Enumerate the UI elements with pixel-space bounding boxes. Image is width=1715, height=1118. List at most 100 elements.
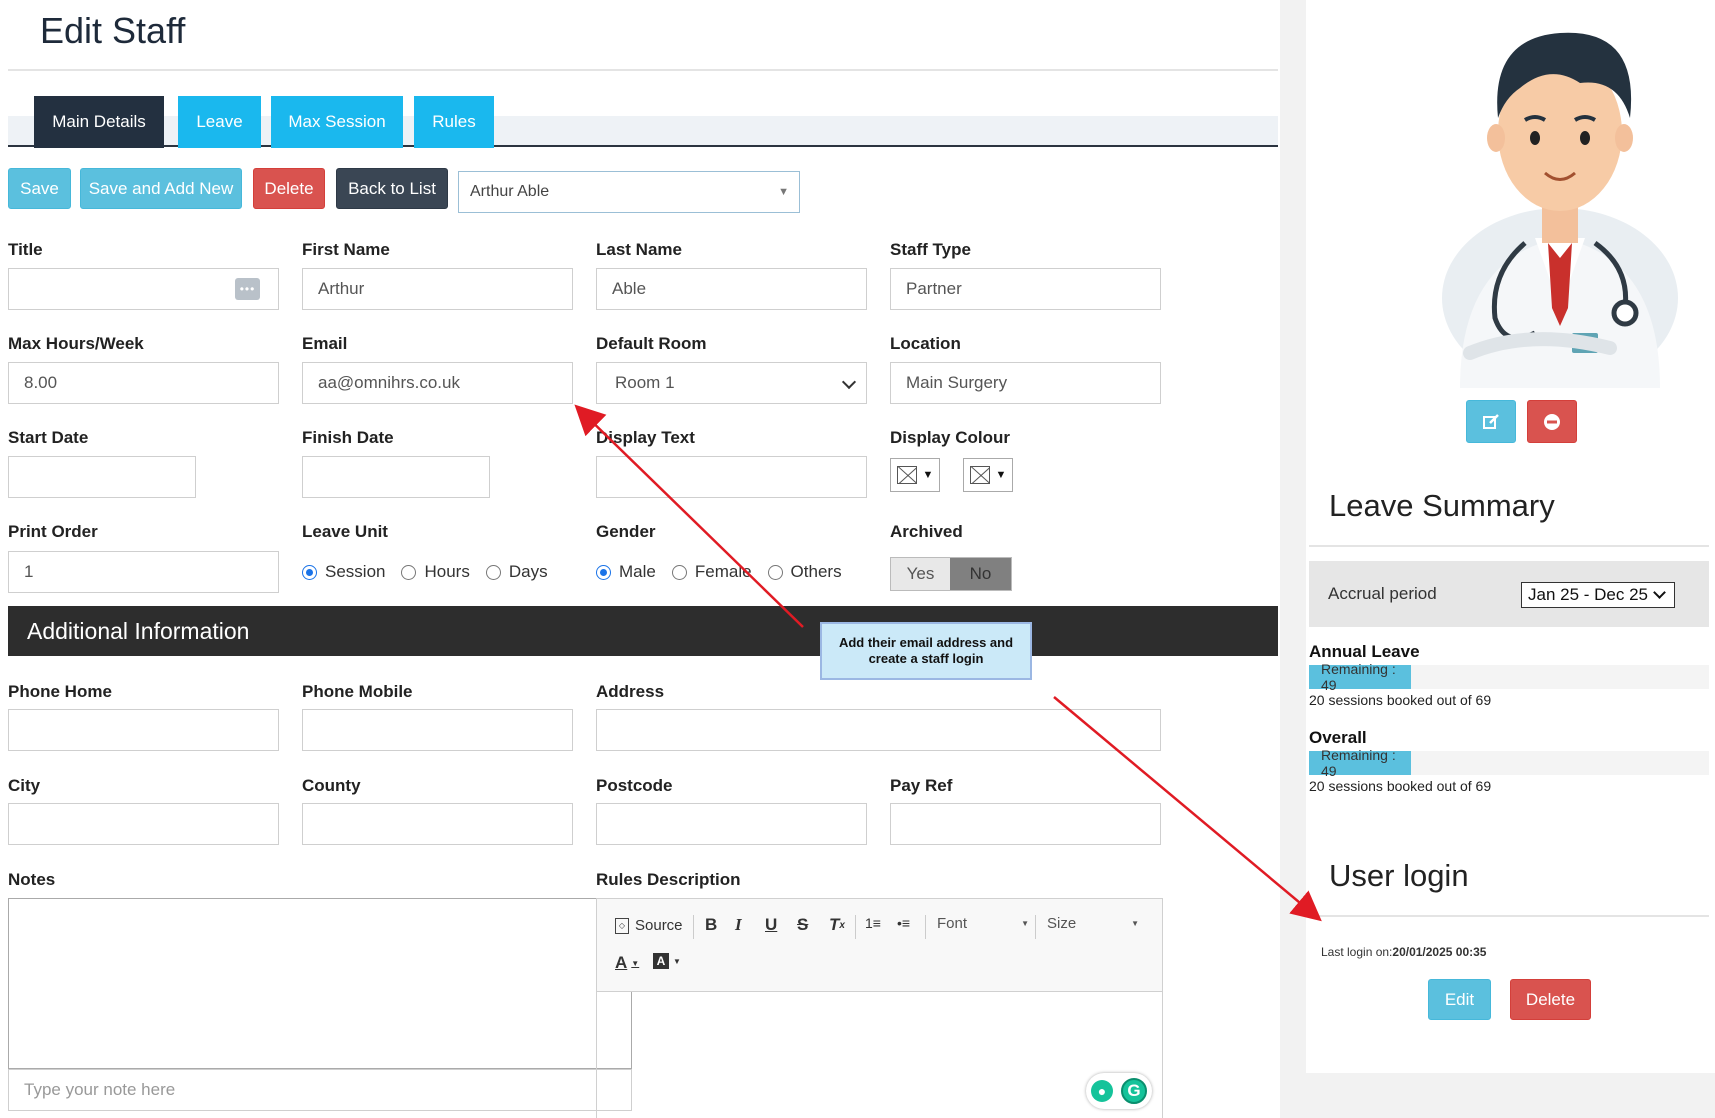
- phone-home-label: Phone Home: [8, 682, 112, 701]
- phone-home-field[interactable]: [8, 709, 279, 751]
- title-divider: [8, 69, 1278, 71]
- lightbulb-icon: ●: [1091, 1080, 1113, 1102]
- display-colour-picker-2[interactable]: ▼: [963, 458, 1013, 492]
- last-name-label: Last Name: [596, 240, 682, 259]
- background-color-icon[interactable]: A ▼: [653, 953, 681, 969]
- leave-unit-hours-radio[interactable]: Hours: [401, 562, 470, 582]
- grammarly-icon: G: [1121, 1078, 1147, 1104]
- font-label: Font: [937, 915, 968, 932]
- county-field[interactable]: [302, 803, 573, 845]
- strikethrough-icon[interactable]: S: [797, 915, 808, 935]
- clear-format-icon[interactable]: Tx: [829, 915, 845, 935]
- max-hours-field[interactable]: 8.00: [8, 362, 279, 404]
- caret-down-icon: ▼: [1131, 919, 1139, 928]
- county-label: County: [302, 776, 361, 795]
- bulleted-list-icon[interactable]: •≡: [897, 915, 910, 931]
- email-label: Email: [302, 334, 348, 353]
- rules-description-editor: ◇ Source B I U S Tx 1≡ •≡ Font ▼ Size ▼ A ▼…: [596, 898, 1163, 1118]
- editor-toolbar: ◇ Source B I U S Tx 1≡ •≡ Font ▼ Size ▼ A ▼…: [597, 899, 1162, 992]
- staff-selector[interactable]: Arthur Able ▼: [458, 171, 800, 213]
- note-input[interactable]: Type your note here: [8, 1069, 632, 1111]
- caret-down-icon: ▼: [995, 469, 1007, 481]
- gender-male-radio[interactable]: Male: [596, 562, 656, 582]
- size-select[interactable]: Size ▼: [1047, 915, 1139, 932]
- annual-leave-progress: Remaining : 49: [1309, 661, 1709, 693]
- more-options-icon[interactable]: •••: [235, 278, 260, 300]
- start-date-field[interactable]: [8, 456, 196, 498]
- italic-icon[interactable]: I: [735, 915, 742, 935]
- numbered-list-icon[interactable]: 1≡: [865, 915, 881, 931]
- tab-max-session[interactable]: Max Session: [271, 96, 403, 148]
- print-order-field[interactable]: 1: [8, 551, 279, 593]
- tab-rules[interactable]: Rules: [414, 96, 494, 148]
- caret-down-icon: ▼: [778, 186, 789, 198]
- leave-unit-radio-group: Session Hours Days: [302, 562, 564, 582]
- accrual-period-label: Accrual period: [1328, 584, 1437, 603]
- sidebar-footer-space: [1306, 1073, 1715, 1118]
- save-button[interactable]: Save: [8, 168, 71, 209]
- delete-button[interactable]: Delete: [253, 168, 325, 209]
- city-field[interactable]: [8, 803, 279, 845]
- max-hours-label: Max Hours/Week: [8, 334, 144, 353]
- default-room-select[interactable]: Room 1: [596, 362, 867, 404]
- grammarly-widget[interactable]: ● G: [1086, 1073, 1152, 1109]
- annual-leave-booked: 20 sessions booked out of 69: [1309, 692, 1492, 708]
- avatar: [1430, 8, 1690, 388]
- display-text-field[interactable]: [596, 456, 867, 498]
- user-login-divider: [1309, 915, 1709, 917]
- toolbar-separator: [1035, 915, 1036, 939]
- underline-icon[interactable]: U: [765, 915, 777, 935]
- pay-ref-field[interactable]: [890, 803, 1161, 845]
- last-name-field[interactable]: Able: [596, 268, 867, 310]
- staff-selector-value: Arthur Able: [470, 183, 550, 200]
- first-name-label: First Name: [302, 240, 390, 259]
- leave-unit-days-radio[interactable]: Days: [485, 562, 548, 582]
- finish-date-label: Finish Date: [302, 428, 394, 447]
- text-color-icon[interactable]: A ▼: [615, 953, 639, 973]
- address-label: Address: [596, 682, 665, 701]
- address-field[interactable]: [596, 709, 1161, 751]
- tab-main-details[interactable]: Main Details: [34, 96, 164, 148]
- email-field[interactable]: aa@omnihrs.co.uk: [302, 362, 573, 404]
- location-field[interactable]: Main Surgery: [890, 362, 1161, 404]
- rules-description-label: Rules Description: [596, 870, 741, 889]
- source-button[interactable]: ◇ Source: [615, 917, 683, 934]
- caret-down-icon: ▼: [922, 469, 934, 481]
- staff-type-label: Staff Type: [890, 240, 971, 259]
- gender-female-radio[interactable]: Female: [671, 562, 752, 582]
- phone-mobile-field[interactable]: [302, 709, 573, 751]
- archived-yes-option[interactable]: Yes: [891, 558, 950, 590]
- first-name-field[interactable]: Arthur: [302, 268, 573, 310]
- font-select[interactable]: Font ▼: [937, 915, 1029, 932]
- toolbar-separator: [693, 915, 694, 939]
- user-login-edit-button[interactable]: Edit: [1428, 979, 1491, 1020]
- finish-date-field[interactable]: [302, 456, 490, 498]
- user-login-delete-button[interactable]: Delete: [1510, 979, 1591, 1020]
- back-to-list-button[interactable]: Back to List: [336, 168, 448, 209]
- doctor-avatar-illustration: [1442, 32, 1678, 388]
- display-colour-picker-1[interactable]: ▼: [890, 458, 940, 492]
- caret-down-icon: ▼: [1021, 919, 1029, 928]
- notes-textarea[interactable]: [8, 898, 632, 1069]
- remove-avatar-button[interactable]: [1527, 400, 1577, 443]
- archived-label: Archived: [890, 522, 963, 541]
- print-order-label: Print Order: [8, 522, 98, 541]
- user-login-heading: User login: [1329, 858, 1469, 893]
- leave-unit-session-radio[interactable]: Session: [302, 562, 385, 582]
- toolbar-separator: [855, 915, 856, 939]
- tab-leave[interactable]: Leave: [178, 96, 261, 148]
- postcode-label: Postcode: [596, 776, 673, 795]
- title-field[interactable]: •••: [8, 268, 279, 310]
- edit-avatar-button[interactable]: [1466, 400, 1516, 443]
- save-and-add-new-button[interactable]: Save and Add New: [80, 168, 242, 209]
- archived-no-option[interactable]: No: [950, 558, 1011, 590]
- staff-type-field[interactable]: Partner: [890, 268, 1161, 310]
- accrual-period-select[interactable]: Jan 25 - Dec 25: [1521, 582, 1675, 608]
- bold-icon[interactable]: B: [705, 915, 717, 935]
- default-room-value: Room 1: [615, 373, 675, 392]
- gender-others-radio[interactable]: Others: [767, 562, 842, 582]
- last-login-label: Last login on:: [1321, 945, 1393, 959]
- default-room-label: Default Room: [596, 334, 707, 353]
- postcode-field[interactable]: [596, 803, 867, 845]
- location-label: Location: [890, 334, 961, 353]
